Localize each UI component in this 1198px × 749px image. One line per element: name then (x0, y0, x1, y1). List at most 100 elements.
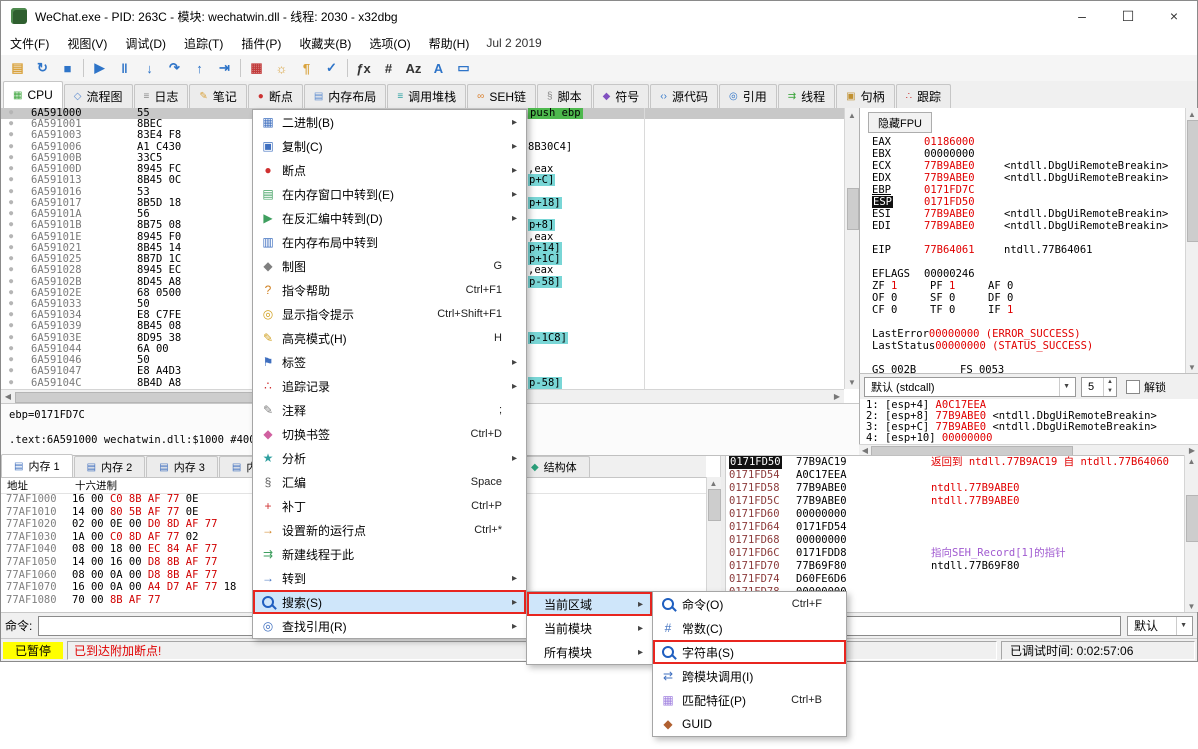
tab-callstack[interactable]: ≡调用堆栈 (387, 84, 466, 108)
register-row[interactable] (872, 232, 1184, 244)
menu-set-new-origin[interactable]: →设置新的运行点Ctrl+* (253, 518, 526, 542)
register-row[interactable]: ECX77B9ABE0<ntdll.DbgUiRemoteBreakin> (872, 160, 1184, 172)
fx-icon[interactable]: ƒx (351, 57, 376, 79)
register-row[interactable]: EIP77B64061ntdll.77B64061 (872, 244, 1184, 256)
tab-threads[interactable]: ⇉线程 (778, 84, 835, 108)
stack-row[interactable]: 0171FD6000000000 (725, 508, 1184, 521)
run-to-cursor-icon[interactable]: ⇥ (212, 57, 237, 79)
stop-icon[interactable]: ■ (55, 57, 80, 79)
run-icon[interactable]: ▶ (87, 57, 112, 79)
menu-search-strings[interactable]: 字符串(S) (653, 640, 846, 664)
menu-copy[interactable]: ▣复制(C)▸ (253, 134, 526, 158)
az-icon[interactable]: Az (401, 57, 426, 79)
tab-dump-3[interactable]: ▤内存 3 (146, 456, 218, 477)
menu-file[interactable]: 文件(F) (1, 31, 58, 55)
menu-favourites[interactable]: 收藏夹(B) (290, 31, 360, 55)
tab-cpu[interactable]: ▦CPU (3, 81, 63, 108)
stack-vscrollbar[interactable]: ▲ ▼ (1184, 455, 1198, 612)
register-row[interactable]: OF 0SF 0DF 0 (872, 292, 1184, 304)
restart-icon[interactable]: ↻ (30, 57, 55, 79)
minimize-button[interactable]: – (1059, 1, 1105, 31)
tab-trace[interactable]: ∴跟踪 (896, 84, 951, 108)
tab-seh[interactable]: ∞SEH链 (467, 84, 536, 108)
register-row[interactable]: EDI77B9ABE0<ntdll.DbgUiRemoteBreakin> (872, 220, 1184, 232)
stack-row[interactable]: 0171FD54A0C17EEA (725, 469, 1184, 482)
find-icon[interactable]: A (426, 57, 451, 79)
tab-source[interactable]: ‹›源代码 (650, 84, 718, 108)
menu-search-guid[interactable]: ◆GUID (653, 712, 846, 736)
menu-follow-disasm[interactable]: ▶在反汇编中转到(D)▸ (253, 206, 526, 230)
menu-follow-dump[interactable]: ▤在内存窗口中转到(E)▸ (253, 182, 526, 206)
check-icon[interactable]: ✓ (319, 57, 344, 79)
menu-search-pattern[interactable]: ▦匹配特征(P)Ctrl+B (653, 688, 846, 712)
register-row[interactable] (872, 256, 1184, 268)
register-row[interactable]: EFLAGS00000246 (872, 268, 1184, 280)
register-row[interactable]: ESI77B9ABE0<ntdll.DbgUiRemoteBreakin> (872, 208, 1184, 220)
menu-analysis[interactable]: ★分析▸ (253, 446, 526, 470)
menu-view[interactable]: 视图(V) (58, 31, 116, 55)
tab-notes[interactable]: ✎笔记 (189, 84, 246, 108)
calling-convention-select[interactable]: 默认 (stdcall) ▼ (864, 377, 1076, 397)
tab-references[interactable]: ◎引用 (719, 84, 777, 108)
registers-vscrollbar[interactable]: ▲ ▼ (1185, 108, 1198, 373)
hide-fpu-button[interactable]: 隐藏FPU (868, 112, 932, 133)
command-profile-select[interactable]: 默认 ▼ (1127, 616, 1193, 636)
menu-search-intermodular-calls[interactable]: ⇄跨模块调用(I) (653, 664, 846, 688)
menu-search-command[interactable]: 命令(O)Ctrl+F (653, 592, 846, 616)
menu-options[interactable]: 选项(O) (360, 31, 419, 55)
menu-current-region[interactable]: 当前区域▸ (527, 592, 652, 616)
menu-trace[interactable]: 追踪(T) (175, 31, 232, 55)
menu-new-thread-here[interactable]: ⇉新建线程于此 (253, 542, 526, 566)
hash-icon[interactable]: # (376, 57, 401, 79)
unlock-checkbox[interactable] (1126, 380, 1140, 394)
stepper-arrows-icon[interactable]: ▲▼ (1103, 378, 1116, 396)
stack-row[interactable]: 0171FD5877B9ABE0ntdll.77B9ABE0 (725, 482, 1184, 495)
tab-dump-2[interactable]: ▤内存 2 (74, 456, 146, 477)
close-button[interactable]: × (1151, 1, 1197, 31)
menu-plugins[interactable]: 插件(P) (232, 31, 290, 55)
register-row[interactable]: EBP0171FD7C (872, 184, 1184, 196)
register-row[interactable]: EDX77B9ABE0<ntdll.DbgUiRemoteBreakin> (872, 172, 1184, 184)
register-row[interactable]: LastStatus00000000 (STATUS_SUCCESS) (872, 340, 1184, 352)
stack-row[interactable]: 0171FD74D60FE6D6 (725, 573, 1184, 586)
register-row[interactable]: ZF 1PF 1AF 0 (872, 280, 1184, 292)
menu-assemble[interactable]: §汇编Space (253, 470, 526, 494)
menu-find-references[interactable]: ◎查找引用(R)▸ (253, 614, 526, 638)
stack-row[interactable]: 0171FD5077B9AC19返回到 ntdll.77B9AC19 自 ntd… (725, 456, 1184, 469)
tab-struct[interactable]: ◆结构体 (518, 456, 590, 477)
menu-all-modules[interactable]: 所有模块▸ (527, 640, 652, 664)
step-over-icon[interactable]: ↷ (162, 57, 187, 79)
maximize-button[interactable]: ☐ (1105, 1, 1151, 31)
disassembly-vscrollbar[interactable]: ▲ ▼ (844, 108, 860, 389)
stack-row[interactable]: 0171FD7077B69F80ntdll.77B69F80 (725, 560, 1184, 573)
menu-help[interactable]: 帮助(H) (420, 31, 479, 55)
menu-follow-memmap[interactable]: ▥在内存布局中转到 (253, 230, 526, 254)
tab-memmap[interactable]: ▤内存布局 (304, 84, 386, 108)
tab-graph[interactable]: ◇流程图 (64, 84, 133, 108)
stack-row[interactable]: 0171FD6800000000 (725, 534, 1184, 547)
menu-graph[interactable]: ◆制图G (253, 254, 526, 278)
comment-icon[interactable]: ¶ (294, 57, 319, 79)
step-into-icon[interactable]: ↓ (137, 57, 162, 79)
tab-dump-1[interactable]: ▤内存 1 (1, 454, 73, 477)
open-file-icon[interactable]: ▤ (5, 57, 30, 79)
tab-symbols[interactable]: ◆符号 (593, 84, 650, 108)
menu-comment[interactable]: ✎注释; (253, 398, 526, 422)
menu-breakpoint[interactable]: ●断点▸ (253, 158, 526, 182)
settings-icon[interactable]: ☼ (269, 57, 294, 79)
menu-goto[interactable]: →转到▸ (253, 566, 526, 590)
menu-patch[interactable]: +补丁Ctrl+P (253, 494, 526, 518)
register-row[interactable]: EAX01186000 (872, 136, 1184, 148)
menu-current-module[interactable]: 当前模块▸ (527, 616, 652, 640)
argument-row[interactable]: 4: [esp+10] 00000000 (866, 433, 1198, 444)
register-row[interactable]: ESP0171FD50 (872, 196, 1184, 208)
step-out-icon[interactable]: ↑ (187, 57, 212, 79)
stack-row[interactable]: 0171FD6C0171FDD8指向SEH_Record[1]的指针 (725, 547, 1184, 560)
menu-show-tooltip[interactable]: ◎显示指令提示Ctrl+Shift+F1 (253, 302, 526, 326)
register-row[interactable] (872, 352, 1184, 364)
menu-trace-record[interactable]: ∴追踪记录▸ (253, 374, 526, 398)
tab-breakpoints[interactable]: ●断点 (248, 84, 303, 108)
tab-handles[interactable]: ▣句柄 (836, 84, 894, 108)
menu-search-constant[interactable]: #常数(C) (653, 616, 846, 640)
menu-toggle-bookmark[interactable]: ◆切换书签Ctrl+D (253, 422, 526, 446)
